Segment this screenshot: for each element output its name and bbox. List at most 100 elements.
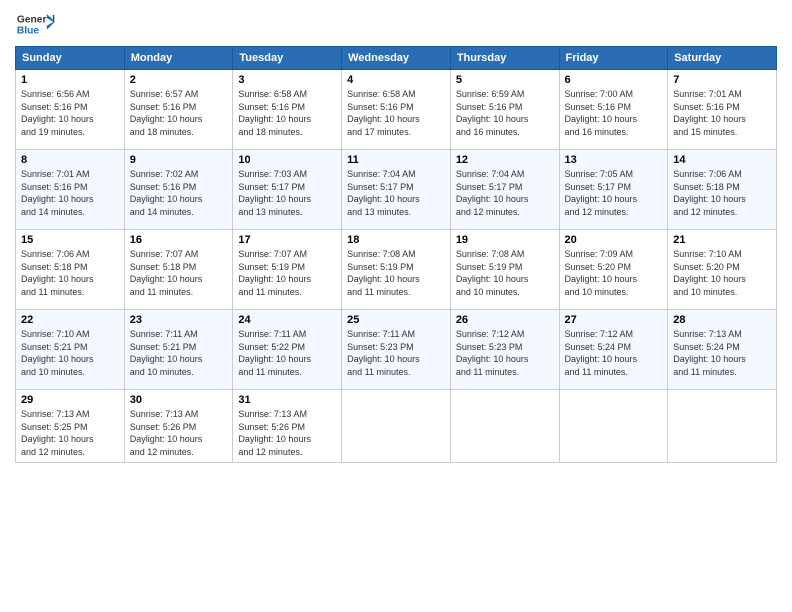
day-info: Sunrise: 7:07 AMSunset: 5:19 PMDaylight:… (238, 248, 336, 298)
day-number: 4 (347, 74, 445, 86)
calendar-week-4: 22 Sunrise: 7:10 AMSunset: 5:21 PMDayligh… (16, 310, 777, 390)
day-info: Sunrise: 6:56 AMSunset: 5:16 PMDaylight:… (21, 88, 119, 138)
day-number: 21 (673, 234, 771, 246)
day-number: 30 (130, 394, 228, 406)
calendar-cell: 19 Sunrise: 7:08 AMSunset: 5:19 PMDayligh… (450, 230, 559, 310)
day-number: 6 (565, 74, 663, 86)
calendar-cell: 4 Sunrise: 6:58 AMSunset: 5:16 PMDaylight… (342, 70, 451, 150)
day-info: Sunrise: 7:03 AMSunset: 5:17 PMDaylight:… (238, 168, 336, 218)
logo: General Blue (15, 10, 59, 40)
day-info: Sunrise: 7:07 AMSunset: 5:18 PMDaylight:… (130, 248, 228, 298)
day-number: 10 (238, 154, 336, 166)
calendar-cell: 18Sunrise: 7:08 AMSunset: 5:19 PMDayligh… (342, 230, 451, 310)
day-info: Sunrise: 7:10 AMSunset: 5:20 PMDaylight:… (673, 248, 771, 298)
calendar-cell: 14 Sunrise: 7:06 AMSunset: 5:18 PMDayligh… (668, 150, 777, 230)
calendar-cell: 30 Sunrise: 7:13 AMSunset: 5:26 PMDayligh… (124, 390, 233, 463)
day-info: Sunrise: 7:01 AMSunset: 5:16 PMDaylight:… (21, 168, 119, 218)
day-number: 11 (347, 154, 445, 166)
day-number: 23 (130, 314, 228, 326)
calendar-cell: 16 Sunrise: 7:07 AMSunset: 5:18 PMDayligh… (124, 230, 233, 310)
calendar-cell: 1 Sunrise: 6:56 AMSunset: 5:16 PMDaylight… (16, 70, 125, 150)
calendar-cell: 10 Sunrise: 7:03 AMSunset: 5:17 PMDayligh… (233, 150, 342, 230)
day-info: Sunrise: 7:06 AMSunset: 5:18 PMDaylight:… (673, 168, 771, 218)
calendar-table: SundayMondayTuesdayWednesdayThursdayFrid… (15, 46, 777, 463)
day-info: Sunrise: 7:08 AMSunset: 5:19 PMDaylight:… (456, 248, 554, 298)
day-info: Sunrise: 7:05 AMSunset: 5:17 PMDaylight:… (565, 168, 663, 218)
day-info: Sunrise: 7:02 AMSunset: 5:16 PMDaylight:… (130, 168, 228, 218)
calendar-cell: 3 Sunrise: 6:58 AMSunset: 5:16 PMDaylight… (233, 70, 342, 150)
day-number: 26 (456, 314, 554, 326)
calendar-cell (342, 390, 451, 463)
day-info: Sunrise: 7:13 AMSunset: 5:24 PMDaylight:… (673, 328, 771, 378)
day-info: Sunrise: 7:13 AMSunset: 5:25 PMDaylight:… (21, 408, 119, 458)
weekday-header-monday: Monday (124, 47, 233, 70)
calendar-week-3: 15Sunrise: 7:06 AMSunset: 5:18 PMDayligh… (16, 230, 777, 310)
day-info: Sunrise: 6:58 AMSunset: 5:16 PMDaylight:… (238, 88, 336, 138)
svg-text:Blue: Blue (17, 26, 40, 37)
day-number: 2 (130, 74, 228, 86)
day-info: Sunrise: 7:11 AMSunset: 5:22 PMDaylight:… (238, 328, 336, 378)
day-number: 16 (130, 234, 228, 246)
logo-icon: General Blue (15, 10, 55, 40)
day-info: Sunrise: 7:06 AMSunset: 5:18 PMDaylight:… (21, 248, 119, 298)
weekday-header-saturday: Saturday (668, 47, 777, 70)
calendar-cell: 17 Sunrise: 7:07 AMSunset: 5:19 PMDayligh… (233, 230, 342, 310)
day-number: 17 (238, 234, 336, 246)
calendar-cell: 26 Sunrise: 7:12 AMSunset: 5:23 PMDayligh… (450, 310, 559, 390)
day-info: Sunrise: 7:01 AMSunset: 5:16 PMDaylight:… (673, 88, 771, 138)
day-info: Sunrise: 7:12 AMSunset: 5:24 PMDaylight:… (565, 328, 663, 378)
day-number: 9 (130, 154, 228, 166)
calendar-week-2: 8 Sunrise: 7:01 AMSunset: 5:16 PMDaylight… (16, 150, 777, 230)
day-number: 12 (456, 154, 554, 166)
day-number: 18 (347, 234, 445, 246)
calendar-cell (450, 390, 559, 463)
weekday-header-friday: Friday (559, 47, 668, 70)
day-number: 19 (456, 234, 554, 246)
calendar-cell: 9 Sunrise: 7:02 AMSunset: 5:16 PMDaylight… (124, 150, 233, 230)
day-info: Sunrise: 6:57 AMSunset: 5:16 PMDaylight:… (130, 88, 228, 138)
calendar-cell: 2 Sunrise: 6:57 AMSunset: 5:16 PMDaylight… (124, 70, 233, 150)
calendar-cell (668, 390, 777, 463)
day-info: Sunrise: 6:58 AMSunset: 5:16 PMDaylight:… (347, 88, 445, 138)
calendar-cell: 6Sunrise: 7:00 AMSunset: 5:16 PMDaylight… (559, 70, 668, 150)
calendar-header-row: SundayMondayTuesdayWednesdayThursdayFrid… (16, 47, 777, 70)
calendar-week-1: 1 Sunrise: 6:56 AMSunset: 5:16 PMDaylight… (16, 70, 777, 150)
day-info: Sunrise: 7:11 AMSunset: 5:21 PMDaylight:… (130, 328, 228, 378)
calendar-cell: 13 Sunrise: 7:05 AMSunset: 5:17 PMDayligh… (559, 150, 668, 230)
weekday-header-wednesday: Wednesday (342, 47, 451, 70)
day-number: 20 (565, 234, 663, 246)
day-number: 22 (21, 314, 119, 326)
day-info: Sunrise: 7:10 AMSunset: 5:21 PMDaylight:… (21, 328, 119, 378)
header: General Blue (15, 10, 777, 40)
calendar-cell: 31Sunrise: 7:13 AMSunset: 5:26 PMDayligh… (233, 390, 342, 463)
calendar-cell: 21 Sunrise: 7:10 AMSunset: 5:20 PMDayligh… (668, 230, 777, 310)
day-number: 5 (456, 74, 554, 86)
day-info: Sunrise: 7:04 AMSunset: 5:17 PMDaylight:… (347, 168, 445, 218)
day-number: 25 (347, 314, 445, 326)
weekday-header-tuesday: Tuesday (233, 47, 342, 70)
day-number: 28 (673, 314, 771, 326)
weekday-header-thursday: Thursday (450, 47, 559, 70)
day-number: 3 (238, 74, 336, 86)
day-info: Sunrise: 7:12 AMSunset: 5:23 PMDaylight:… (456, 328, 554, 378)
calendar-cell: 22 Sunrise: 7:10 AMSunset: 5:21 PMDayligh… (16, 310, 125, 390)
calendar-cell: 29Sunrise: 7:13 AMSunset: 5:25 PMDayligh… (16, 390, 125, 463)
page-container: General Blue SundayMondayTuesdayWednesda… (0, 0, 792, 473)
day-info: Sunrise: 7:04 AMSunset: 5:17 PMDaylight:… (456, 168, 554, 218)
day-info: Sunrise: 7:13 AMSunset: 5:26 PMDaylight:… (130, 408, 228, 458)
day-number: 31 (238, 394, 336, 406)
day-number: 14 (673, 154, 771, 166)
weekday-header-sunday: Sunday (16, 47, 125, 70)
day-info: Sunrise: 6:59 AMSunset: 5:16 PMDaylight:… (456, 88, 554, 138)
day-info: Sunrise: 7:11 AMSunset: 5:23 PMDaylight:… (347, 328, 445, 378)
day-number: 1 (21, 74, 119, 86)
day-number: 27 (565, 314, 663, 326)
calendar-cell: 5 Sunrise: 6:59 AMSunset: 5:16 PMDaylight… (450, 70, 559, 150)
day-number: 8 (21, 154, 119, 166)
calendar-cell (559, 390, 668, 463)
calendar-cell: 8 Sunrise: 7:01 AMSunset: 5:16 PMDaylight… (16, 150, 125, 230)
calendar-cell: 28 Sunrise: 7:13 AMSunset: 5:24 PMDayligh… (668, 310, 777, 390)
day-number: 7 (673, 74, 771, 86)
day-number: 13 (565, 154, 663, 166)
calendar-cell: 25 Sunrise: 7:11 AMSunset: 5:23 PMDayligh… (342, 310, 451, 390)
